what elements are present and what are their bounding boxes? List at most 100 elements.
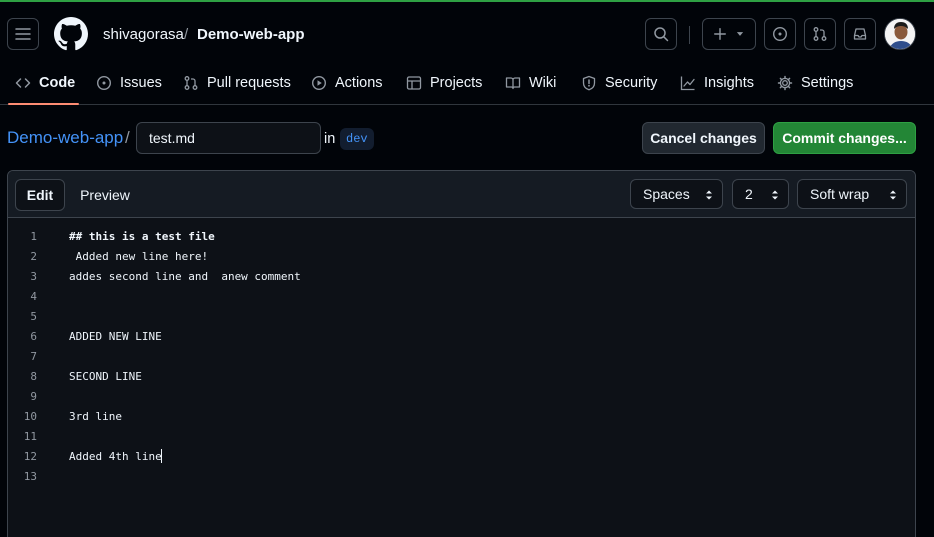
select-caret-icon — [890, 190, 896, 200]
hamburger-icon — [15, 28, 31, 40]
graph-icon — [680, 76, 695, 91]
breadcrumb-repo[interactable]: Demo-web-app — [197, 26, 305, 43]
play-icon — [311, 75, 327, 91]
create-new-button[interactable] — [702, 18, 756, 50]
line-number: 8 — [30, 370, 37, 383]
indent-size-value: 2 — [745, 186, 753, 202]
line-number: 10 — [23, 410, 37, 423]
tab-edit[interactable]: Edit — [15, 179, 65, 211]
code-line: 4 — [8, 287, 915, 307]
line-text: SECOND LINE — [69, 370, 142, 383]
wrap-mode-value: Soft wrap — [810, 186, 870, 202]
global-header: shivagorasa / Demo-web-app Code Issues P… — [0, 2, 934, 105]
line-text: Added new line here! — [69, 250, 209, 263]
code-line: 12 Added 4th line — [8, 447, 915, 467]
select-caret-icon — [706, 190, 712, 200]
code-icon — [15, 78, 31, 88]
breadcrumb-separator: / — [184, 26, 189, 43]
tab-insights-label: Insights — [704, 75, 754, 91]
tab-security-label: Security — [605, 75, 658, 91]
line-number: 13 — [23, 470, 37, 483]
line-number: 1 — [30, 230, 37, 243]
shield-icon — [582, 75, 596, 91]
tab-issues-label: Issues — [120, 75, 162, 91]
code-line: 5 — [8, 307, 915, 327]
code-line: 7 — [8, 347, 915, 367]
tab-actions-label: Actions — [335, 75, 383, 91]
gear-icon — [777, 75, 793, 91]
issues-button[interactable] — [764, 18, 796, 50]
avatar[interactable] — [884, 18, 916, 50]
cancel-changes-button[interactable]: Cancel changes — [642, 122, 765, 154]
tab-projects[interactable]: Projects — [406, 63, 482, 103]
file-editor: Edit Preview Spaces 2 Soft wrap 1 ## this… — [7, 170, 916, 537]
line-number: 6 — [30, 330, 37, 343]
line-number: 2 — [30, 250, 37, 263]
inbox-icon — [853, 28, 867, 40]
tab-issues[interactable]: Issues — [96, 63, 162, 103]
code-line: 2 Added new line here! — [8, 247, 915, 267]
breadcrumb-owner[interactable]: shivagorasa — [103, 26, 184, 43]
triangle-down-icon — [736, 32, 744, 36]
issue-icon — [96, 75, 112, 91]
tab-pull-requests-label: Pull requests — [207, 75, 291, 91]
indent-mode-value: Spaces — [643, 186, 690, 202]
code-line: 1 ## this is a test file — [8, 227, 915, 247]
github-logo-icon[interactable] — [54, 17, 88, 51]
code-line: 10 3rd line — [8, 407, 915, 427]
select-caret-icon — [772, 190, 778, 200]
book-icon — [505, 77, 521, 90]
tab-code-label: Code — [39, 75, 76, 91]
text-cursor — [161, 449, 162, 463]
path-separator: / — [125, 128, 130, 147]
indent-mode-select[interactable]: Spaces — [630, 179, 723, 209]
tab-preview[interactable]: Preview — [72, 179, 138, 211]
tab-settings[interactable]: Settings — [777, 63, 853, 103]
filename-input[interactable] — [136, 122, 321, 154]
pull-requests-button[interactable] — [804, 18, 836, 50]
indent-size-select[interactable]: 2 — [732, 179, 789, 209]
line-text: addes second line and anew comment — [69, 270, 301, 283]
table-icon — [406, 76, 422, 90]
tab-projects-label: Projects — [430, 75, 483, 91]
selected-tab-underline — [8, 103, 79, 105]
line-number: 11 — [23, 430, 37, 443]
code-line: 13 — [8, 467, 915, 487]
code-line: 3 addes second line and anew comment — [8, 267, 915, 287]
search-icon — [654, 27, 669, 42]
line-number: 5 — [30, 310, 37, 323]
line-number: 4 — [30, 290, 37, 303]
tab-insights[interactable]: Insights — [680, 63, 754, 103]
repo-link[interactable]: Demo-web-app — [7, 128, 123, 148]
repo-nav: Code Issues Pull requests Actions Projec… — [0, 63, 934, 105]
line-text: Added 4th line — [69, 450, 162, 463]
menu-button[interactable] — [7, 18, 39, 50]
editor-toolbar: Edit Preview Spaces 2 Soft wrap — [8, 171, 915, 218]
code-line: 6 ADDED NEW LINE — [8, 327, 915, 347]
inbox-button[interactable] — [844, 18, 876, 50]
wrap-mode-select[interactable]: Soft wrap — [797, 179, 907, 209]
search-button[interactable] — [645, 18, 677, 50]
tab-settings-label: Settings — [801, 75, 854, 91]
code-line: 9 — [8, 387, 915, 407]
tab-code[interactable]: Code — [15, 63, 75, 103]
line-text: ## this is a test file — [69, 230, 215, 243]
tab-actions[interactable]: Actions — [311, 63, 383, 103]
tab-security[interactable]: Security — [581, 63, 657, 103]
line-number: 9 — [30, 390, 37, 403]
header-divider — [689, 26, 690, 44]
tab-pull-requests[interactable]: Pull requests — [183, 63, 291, 103]
code-line: 8 SECOND LINE — [8, 367, 915, 387]
plus-icon — [714, 28, 726, 40]
tab-wiki-label: Wiki — [529, 75, 557, 91]
line-text: 3rd line — [69, 410, 122, 423]
commit-changes-button[interactable]: Commit changes... — [773, 122, 916, 154]
line-number: 3 — [30, 270, 37, 283]
issue-icon — [772, 26, 788, 42]
pull-request-icon — [813, 27, 827, 41]
tab-wiki[interactable]: Wiki — [505, 63, 556, 103]
line-text: ADDED NEW LINE — [69, 330, 162, 343]
branch-badge[interactable]: dev — [340, 128, 374, 150]
code-line: 11 — [8, 427, 915, 447]
branch-prefix-label: in — [324, 131, 336, 147]
